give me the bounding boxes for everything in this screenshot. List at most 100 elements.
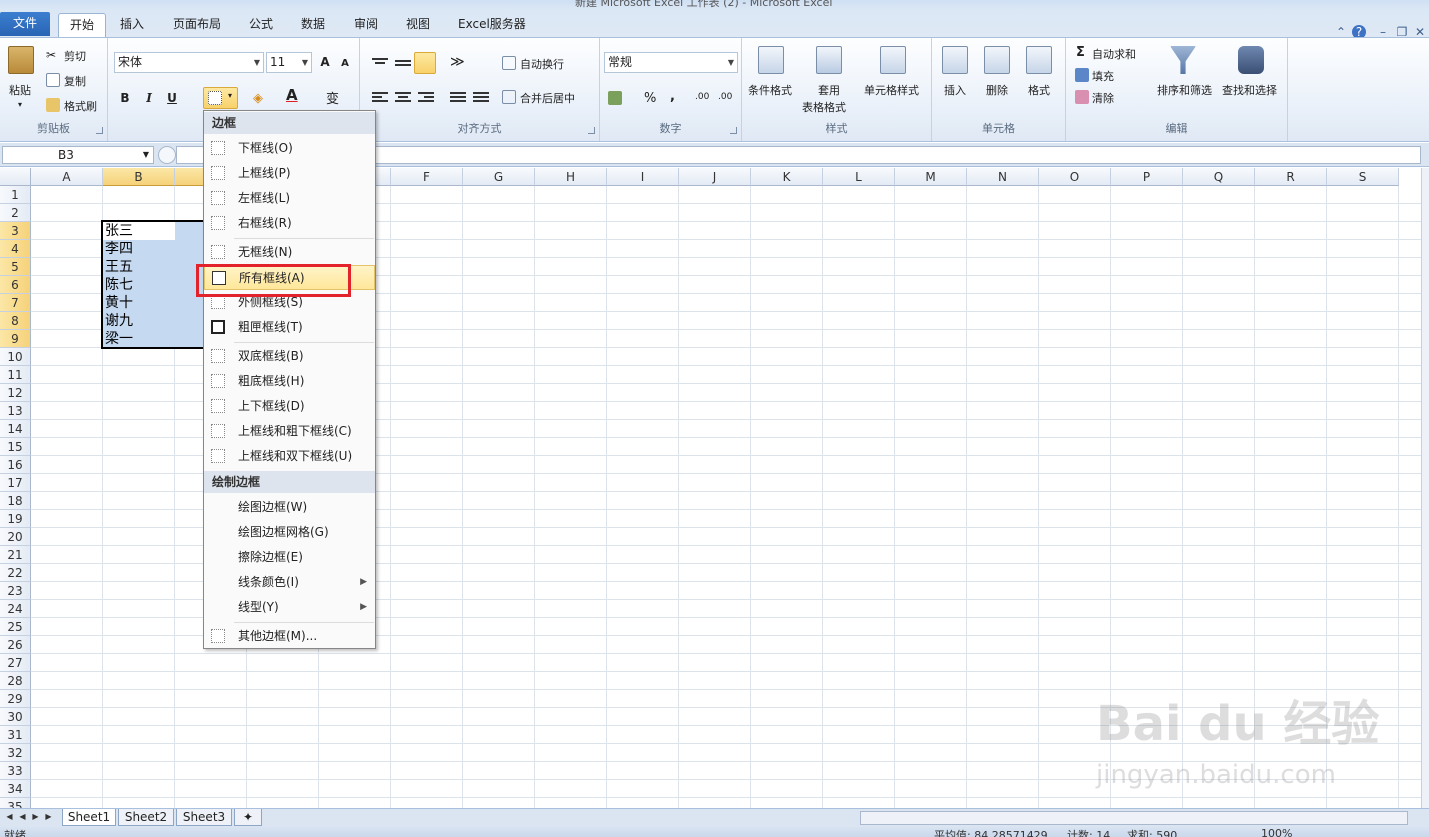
row-header[interactable]: 17	[0, 474, 31, 492]
row-header[interactable]: 18	[0, 492, 31, 510]
align-right-icon[interactable]	[418, 90, 434, 104]
row-header[interactable]: 34	[0, 780, 31, 798]
menu-item[interactable]: 上下框线(D)	[204, 394, 375, 419]
menu-item[interactable]: 下框线(O)	[204, 136, 375, 161]
tab-insert[interactable]: 插入	[114, 13, 150, 37]
find-select-button[interactable]: 查找和选择	[1222, 82, 1277, 98]
cut-button[interactable]: 剪切	[64, 48, 86, 64]
prev-sheet-icon[interactable]: ◀	[17, 811, 28, 823]
row-header[interactable]: 11	[0, 366, 31, 384]
row-header[interactable]: 26	[0, 636, 31, 654]
column-header[interactable]: A	[31, 168, 103, 186]
column-header[interactable]: M	[895, 168, 967, 186]
align-bottom-icon[interactable]	[414, 52, 436, 74]
row-header[interactable]: 14	[0, 420, 31, 438]
column-header[interactable]: Q	[1183, 168, 1255, 186]
grow-font-button[interactable]: A	[316, 53, 334, 71]
fill-color-icon[interactable]: ◈	[253, 91, 267, 106]
phonetic-icon[interactable]: 变	[326, 88, 339, 107]
fill-button[interactable]: 填充	[1092, 68, 1114, 84]
menu-item[interactable]: 上框线和双下框线(U)	[204, 444, 375, 469]
comma-button[interactable]: ,	[670, 89, 675, 104]
merge-center-button[interactable]: 合并后居中	[520, 90, 575, 106]
number-format-select[interactable]: 常规 ▼	[604, 52, 738, 73]
row-header[interactable]: 9	[0, 330, 31, 348]
row-header[interactable]: 15	[0, 438, 31, 456]
italic-button[interactable]: I	[140, 89, 158, 107]
row-header[interactable]: 7	[0, 294, 31, 312]
tab-file[interactable]: 文件	[0, 12, 50, 36]
row-header[interactable]: 25	[0, 618, 31, 636]
row-header[interactable]: 23	[0, 582, 31, 600]
orientation-icon[interactable]: ≫	[450, 54, 465, 70]
row-header[interactable]: 8	[0, 312, 31, 330]
menu-item[interactable]: 线条颜色(I) ▶	[204, 570, 375, 595]
shrink-font-button[interactable]: A	[336, 55, 354, 73]
align-middle-icon[interactable]	[395, 58, 411, 72]
insert-cells-button[interactable]: 插入	[944, 82, 966, 98]
font-size-select[interactable]: 11 ▼	[266, 52, 312, 73]
tab-home[interactable]: 开始	[58, 13, 106, 38]
first-sheet-icon[interactable]: ◀	[4, 811, 15, 823]
paste-icon[interactable]	[8, 46, 34, 74]
row-header[interactable]: 6	[0, 276, 31, 294]
row-header[interactable]: 10	[0, 348, 31, 366]
row-header[interactable]: 21	[0, 546, 31, 564]
format-painter-button[interactable]: 格式刷	[64, 98, 97, 114]
sheet-tab-sheet1[interactable]: Sheet1	[62, 809, 116, 826]
increase-indent-icon[interactable]	[473, 90, 489, 104]
clear-button[interactable]: 清除	[1092, 90, 1114, 106]
decrease-indent-icon[interactable]	[450, 90, 466, 104]
column-header[interactable]: P	[1111, 168, 1183, 186]
column-header[interactable]: S	[1327, 168, 1399, 186]
border-button[interactable]: ▾	[203, 87, 238, 109]
row-header[interactable]: 30	[0, 708, 31, 726]
column-header[interactable]: I	[607, 168, 679, 186]
paste-button[interactable]: 粘贴	[9, 82, 31, 98]
menu-item[interactable]: 左框线(L)	[204, 186, 375, 211]
horizontal-scrollbar[interactable]	[860, 811, 1408, 825]
align-top-icon[interactable]	[372, 56, 388, 70]
alignment-launcher-icon[interactable]	[588, 127, 595, 134]
column-header[interactable]: B	[103, 168, 175, 186]
row-header[interactable]: 4	[0, 240, 31, 258]
row-header[interactable]: 12	[0, 384, 31, 402]
wrap-text-button[interactable]: 自动换行	[520, 56, 564, 72]
percent-button[interactable]: %	[644, 91, 656, 106]
select-all-corner[interactable]	[0, 168, 31, 186]
menu-item[interactable]: 线型(Y) ▶	[204, 595, 375, 620]
tab-formulas[interactable]: 公式	[243, 13, 279, 37]
underline-button[interactable]: U	[163, 89, 181, 107]
row-header[interactable]: 24	[0, 600, 31, 618]
name-box[interactable]: B3 ▼	[2, 146, 154, 164]
bold-button[interactable]: B	[116, 89, 134, 107]
row-header[interactable]: 27	[0, 654, 31, 672]
menu-item[interactable]: 粗底框线(H)	[204, 369, 375, 394]
delete-cells-button[interactable]: 删除	[986, 82, 1008, 98]
format-table-button-line1[interactable]: 套用	[818, 82, 840, 98]
autosum-button[interactable]: 自动求和	[1092, 46, 1136, 62]
row-header[interactable]: 28	[0, 672, 31, 690]
menu-item[interactable]: 其他边框(M)...	[204, 624, 375, 649]
zoom-level[interactable]: 100%	[1261, 827, 1292, 837]
paste-dropdown-icon[interactable]: ▾	[18, 100, 22, 109]
cell-styles-button[interactable]: 单元格样式	[864, 82, 919, 98]
font-name-select[interactable]: 宋体 ▼	[114, 52, 264, 73]
row-header[interactable]: 3	[0, 222, 31, 240]
column-header[interactable]: R	[1255, 168, 1327, 186]
column-header[interactable]: J	[679, 168, 751, 186]
row-header[interactable]: 33	[0, 762, 31, 780]
menu-item[interactable]: 右框线(R)	[204, 211, 375, 236]
menu-item[interactable]: 无框线(N)	[204, 240, 375, 265]
row-header[interactable]: 29	[0, 690, 31, 708]
sheet-tab-sheet3[interactable]: Sheet3	[176, 809, 232, 826]
tab-data[interactable]: 数据	[295, 13, 331, 37]
menu-item[interactable]: 绘图边框网格(G)	[204, 520, 375, 545]
format-table-button-line2[interactable]: 表格格式	[802, 99, 846, 115]
align-center-icon[interactable]	[395, 90, 411, 104]
increase-decimal-icon[interactable]: .00	[695, 92, 709, 102]
column-header[interactable]: L	[823, 168, 895, 186]
conditional-format-button[interactable]: 条件格式	[748, 82, 792, 98]
column-header[interactable]: N	[967, 168, 1039, 186]
sheet-tab-sheet2[interactable]: Sheet2	[118, 809, 174, 826]
